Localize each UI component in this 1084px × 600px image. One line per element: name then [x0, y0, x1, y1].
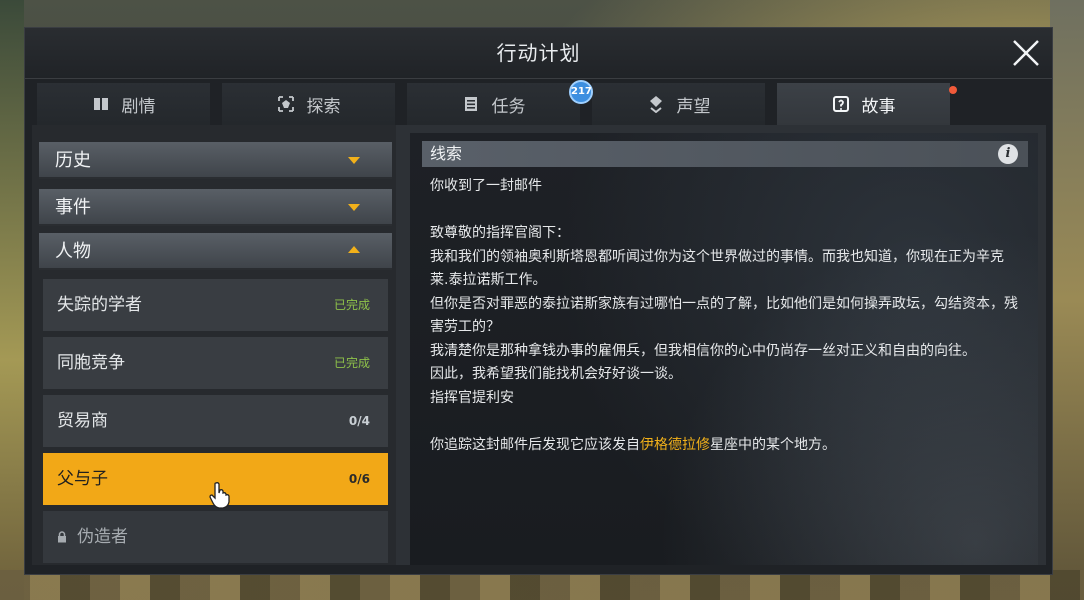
- titlebar: 行动计划: [25, 28, 1052, 79]
- list-item-trader[interactable]: 贸易商 0/4: [43, 395, 388, 447]
- footer-text: 星座中的某个地方。: [710, 436, 836, 453]
- category-history[interactable]: 历史: [39, 142, 392, 179]
- background-right: [1050, 0, 1084, 600]
- letter-line: 致尊敬的指挥官阁下：: [430, 225, 570, 241]
- clue-panel: 线索 i 你收到了一封邮件 致尊敬的指挥官阁下： 我和我们的领袖奥利斯塔恩都听闻…: [410, 133, 1038, 565]
- clipboard-icon: [464, 97, 477, 111]
- item-label: 父与子: [57, 469, 108, 489]
- letter-line: 因此，我希望我们能找机会好好谈一谈。: [430, 366, 682, 382]
- clue-footer: 你追踪这封邮件后发现它应该发自伊格德拉修星座中的某个地方。: [430, 434, 1020, 458]
- tab-explore[interactable]: 探索: [222, 83, 395, 125]
- clue-header-label: 线索: [430, 144, 463, 163]
- status-completed: 已完成: [333, 356, 370, 370]
- item-label: 伪造者: [77, 527, 128, 547]
- letter-line: 但你是否对罪恶的泰拉诺斯家族有过哪怕一点的了解，比如他们是如何操弄政坛，勾结资本…: [430, 295, 1018, 336]
- letter-line: 我清楚你是那种拿钱办事的雇佣兵，但我相信你的心中仍尚存一丝对正义和自由的向往。: [430, 342, 976, 359]
- clue-header: 线索 i: [422, 141, 1028, 167]
- lock-icon: [58, 531, 66, 543]
- info-icon[interactable]: i: [998, 144, 1018, 164]
- tab-missions[interactable]: 任务: [407, 83, 580, 125]
- tab-story[interactable]: 剧情: [37, 83, 210, 125]
- item-label: 同胞竞争: [57, 353, 125, 373]
- reputation-icon: [649, 96, 662, 113]
- item-label: 失踪的学者: [57, 295, 142, 315]
- list-item-forger[interactable]: 伪造者: [43, 511, 388, 563]
- item-label: 贸易商: [57, 411, 108, 431]
- clue-subject: 你收到了一封邮件: [430, 178, 542, 194]
- tab-stories[interactable]: 故事: [777, 83, 950, 125]
- tab-label: 探索: [306, 96, 341, 117]
- hand-cursor-icon: [209, 482, 230, 509]
- chevron-up-icon: [348, 246, 360, 253]
- close-icon: [1013, 40, 1039, 66]
- notification-dot: [949, 86, 957, 94]
- category-label: 人物: [55, 241, 91, 262]
- list-item-missing-scholar[interactable]: 失踪的学者 已完成: [43, 279, 388, 331]
- progress-count: 0/6: [348, 472, 370, 486]
- tab-label: 故事: [861, 96, 896, 117]
- chevron-down-icon: [348, 204, 360, 211]
- mission-count-badge: 217: [569, 80, 593, 104]
- status-completed: 已完成: [333, 298, 370, 312]
- letter-line: 我和我们的领袖奥利斯塔恩都听闻过你为这个世界做过的事情。而我也知道，你现在正为辛…: [430, 248, 1004, 289]
- story-icon: [832, 96, 849, 112]
- clue-body: 你收到了一封邮件 致尊敬的指挥官阁下： 我和我们的领袖奥利斯塔恩都听闻过你为这个…: [430, 175, 1020, 457]
- tab-reputation[interactable]: 声望: [592, 83, 765, 125]
- footer-text: 你追踪这封邮件后发现它应该发自: [430, 436, 640, 453]
- chevron-down-icon: [348, 157, 360, 164]
- constellation-name: 伊格德拉修: [640, 436, 710, 453]
- content-area: 历史 事件 人物 失踪的学者 已完成 同胞竞争 已完成 贸易商 0/4 父与子 …: [32, 125, 1046, 565]
- explore-icon: [277, 96, 294, 112]
- list-item-sibling-rivalry[interactable]: 同胞竞争 已完成: [43, 337, 388, 389]
- tab-label: 剧情: [121, 96, 156, 117]
- category-label: 历史: [55, 150, 91, 171]
- tab-label: 声望: [676, 96, 711, 117]
- letter-signature: 指挥官提利安: [430, 389, 514, 406]
- category-events[interactable]: 事件: [39, 189, 392, 226]
- background-left: [0, 0, 24, 600]
- window-title: 行动计划: [496, 41, 581, 65]
- progress-count: 0/4: [348, 414, 370, 428]
- close-button[interactable]: [1010, 37, 1042, 69]
- category-sidebar: 历史 事件 人物 失踪的学者 已完成 同胞竞争 已完成 贸易商 0/4 父与子 …: [32, 125, 396, 565]
- tab-bar: 剧情 探索 任务 声望 故事 217: [37, 80, 1047, 125]
- book-icon: [93, 98, 108, 110]
- category-characters[interactable]: 人物: [39, 233, 392, 270]
- category-label: 事件: [55, 197, 91, 218]
- action-plan-window: 行动计划 剧情 探索 任务 声望 故事 217 历史 事件 人物 失踪的学者 已…: [24, 27, 1053, 575]
- tab-label: 任务: [491, 96, 526, 117]
